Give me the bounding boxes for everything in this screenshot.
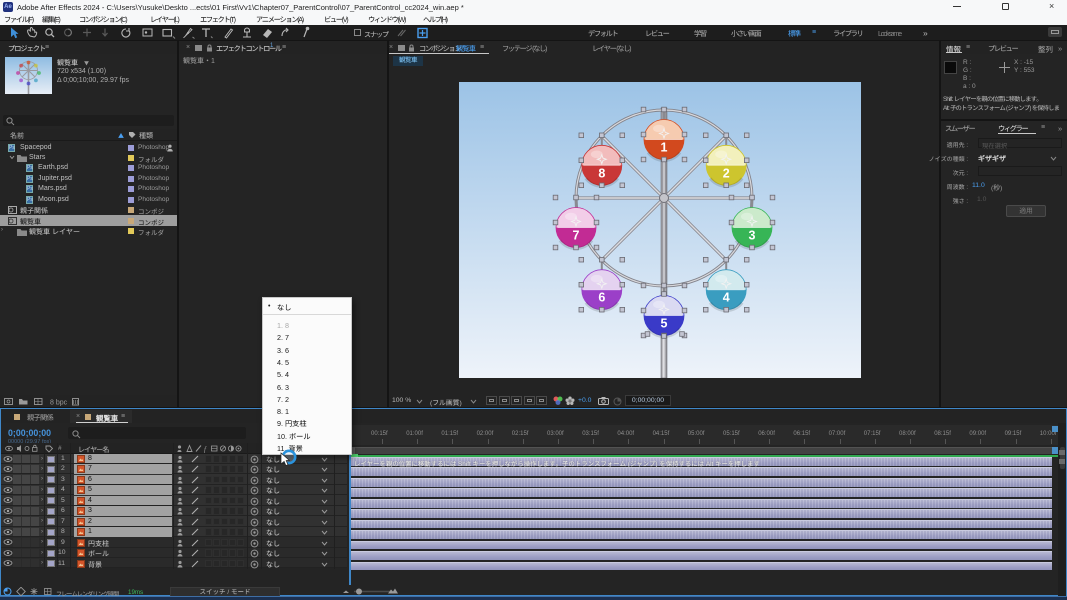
svg-text:4: 4 — [723, 291, 730, 305]
svg-text:8: 8 — [598, 166, 605, 180]
svg-text:2: 2 — [723, 166, 730, 180]
svg-text:3: 3 — [749, 229, 756, 243]
svg-text:8 bpc: 8 bpc — [50, 400, 68, 407]
svg-text:7: 7 — [573, 229, 580, 243]
svg-text:5: 5 — [661, 317, 668, 331]
svg-text:f: f — [204, 446, 207, 454]
svg-text:1: 1 — [661, 141, 668, 155]
svg-text:6: 6 — [598, 291, 605, 305]
